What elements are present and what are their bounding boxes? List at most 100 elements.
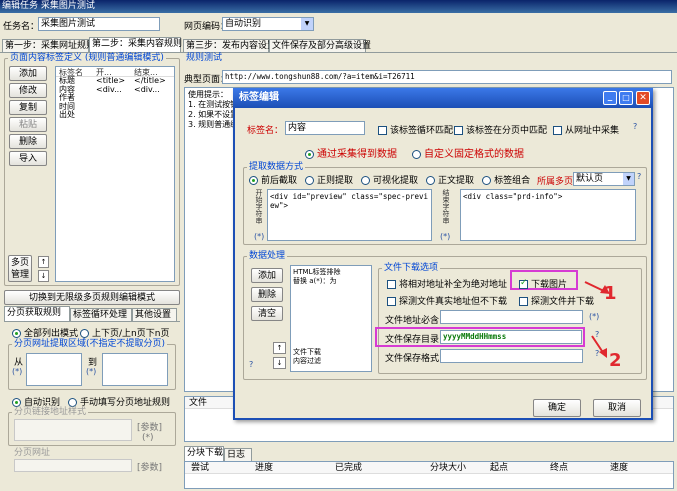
save-format-input[interactable]	[440, 349, 583, 363]
minimize-icon[interactable]: _	[603, 91, 617, 105]
chk-loop-icon[interactable]	[378, 126, 387, 135]
multi-page-button[interactable]: 多页管理	[8, 255, 32, 282]
chk-loop-match[interactable]: 该标签循环匹配	[378, 123, 453, 136]
from-input[interactable]	[26, 353, 82, 386]
close-icon[interactable]: ✕	[636, 91, 650, 105]
data-add-button[interactable]: 添加	[251, 268, 283, 283]
rule-test-title: 规则测试	[184, 53, 225, 63]
radio-prevnext-icon[interactable]	[80, 329, 89, 338]
cancel-button[interactable]: 取消	[593, 399, 641, 417]
to-input[interactable]	[102, 353, 168, 386]
tag-row[interactable]: 出处	[56, 110, 174, 120]
radio-prevnext[interactable]: 上下页/上n页下n页	[80, 326, 169, 339]
radio-custom-icon[interactable]	[412, 149, 421, 159]
tab-tag-loop[interactable]: 标签循环处理	[70, 308, 132, 321]
chk-relative-url[interactable]: 将相对地址补全为绝对地址	[387, 277, 507, 290]
end-star[interactable]: (*)	[440, 232, 450, 241]
radio-collect-data[interactable]: 通过采集得到数据	[305, 145, 397, 160]
typical-page-input[interactable]: http://www.tongshun88.com/?a=item&i=T267…	[222, 70, 672, 84]
tag-name-input[interactable]: 内容	[285, 121, 365, 135]
radio-auto-icon[interactable]	[12, 398, 21, 407]
radio-manual-icon[interactable]	[68, 398, 77, 407]
chk-from-url[interactable]: 从网址中采集	[553, 123, 619, 136]
start-string-input[interactable]: <div id="preview" class="spec-preview">	[267, 189, 432, 241]
radio-collect-label: 通过采集得到数据	[317, 149, 397, 160]
save-dir-input[interactable]: yyyyMMddHHmmss	[440, 330, 582, 344]
tab-step2[interactable]: 第二步：采集内容规则	[89, 37, 182, 52]
help-icon[interactable]: ?	[249, 360, 253, 369]
import-button[interactable]: 导入	[9, 151, 47, 166]
data-process-list[interactable]: HTML标签排除 替换 a(*)：为 文件下载 内容过滤	[290, 265, 372, 372]
copy-button[interactable]: 复制	[9, 100, 47, 115]
move-up-icon[interactable]: ↑	[38, 256, 49, 268]
chevron-down-icon[interactable]: ▼	[623, 173, 634, 185]
tab-other[interactable]: 其他设置	[132, 308, 177, 321]
end-string-input[interactable]: <div class="prd-info">	[460, 189, 636, 241]
chevron-down-icon[interactable]: ▼	[301, 18, 313, 30]
window-title: 编辑任务 采集图片测试	[0, 0, 677, 13]
chk-probe-icon[interactable]	[387, 297, 396, 306]
chk-download-image-icon[interactable]	[519, 278, 528, 289]
tab-block-download[interactable]: 分块下载	[184, 446, 224, 461]
url-style-param[interactable]: [参数]	[137, 420, 162, 433]
radio-collect-icon[interactable]	[305, 149, 314, 159]
ok-button[interactable]: 确定	[533, 399, 581, 417]
chk-page-match[interactable]: 该标签在分页中匹配	[454, 123, 547, 136]
process-item[interactable]: 替换 a(*)：为	[293, 277, 369, 286]
help-icon[interactable]: ?	[633, 122, 637, 131]
chk-download-image[interactable]: 下载图片	[519, 277, 567, 290]
extract-option[interactable]: 标签组合	[482, 176, 530, 186]
edit-button[interactable]: 修改	[9, 83, 47, 98]
radio-all-icon[interactable]	[12, 329, 21, 338]
tab-step3[interactable]: 第三步：发布内容设置	[183, 39, 276, 52]
radio-icon[interactable]	[249, 176, 258, 185]
tab-page-rule[interactable]: 分页获取规则	[4, 306, 70, 321]
url-style-star[interactable]: (*)	[142, 433, 154, 443]
chk-page-icon[interactable]	[454, 126, 463, 135]
extract-option[interactable]: 正文提取	[426, 176, 474, 186]
maximize-icon[interactable]: □	[619, 91, 633, 105]
multi-page-select[interactable]: 默认页 ▼	[573, 172, 635, 186]
process-item[interactable]: 内容过滤	[293, 357, 321, 366]
radio-icon[interactable]	[305, 176, 315, 185]
url-prefix-input[interactable]	[440, 310, 583, 324]
paste-button[interactable]: 粘贴	[9, 117, 47, 132]
add-button[interactable]: 添加	[9, 66, 47, 81]
chk-probe2-icon[interactable]	[519, 297, 528, 306]
move-up-icon[interactable]: ↑	[273, 342, 286, 354]
move-down-icon[interactable]: ↓	[273, 357, 286, 369]
task-name-input[interactable]: 采集图片测试	[38, 17, 160, 31]
radio-icon[interactable]	[361, 176, 371, 185]
data-delete-button[interactable]: 删除	[251, 287, 283, 302]
chk-loop-label: 该标签循环匹配	[390, 126, 454, 136]
chk-probe-no-download[interactable]: 探测文件真实地址但不下载	[387, 294, 507, 307]
radio-custom-data[interactable]: 自定义固定格式的数据	[412, 145, 524, 160]
extract-option[interactable]: 正则提取	[305, 176, 353, 186]
help-icon[interactable]: ?	[637, 172, 641, 181]
url-style-input[interactable]	[14, 419, 132, 441]
page-url-input[interactable]	[14, 459, 132, 472]
radio-icon[interactable]	[482, 176, 492, 185]
tab-log[interactable]: 日志	[224, 448, 252, 461]
tag-list[interactable]: 标签名 开... 结束... 标题 <title> </title> 内容 <div..…	[55, 66, 175, 282]
to-star[interactable]: (*)	[86, 367, 96, 376]
tab-step1[interactable]: 第一步：采集网址规则	[2, 39, 95, 52]
process-item[interactable]: HTML标签排除	[293, 268, 369, 277]
switch-mode-button[interactable]: 切换到无限级多页规则编辑模式	[4, 290, 180, 305]
radio-icon[interactable]	[426, 176, 436, 185]
delete-button[interactable]: 删除	[9, 134, 47, 149]
data-clear-button[interactable]: 清空	[251, 306, 283, 321]
extract-option[interactable]: 可视化提取	[361, 176, 418, 186]
tab-step4[interactable]: 文件保存及部分高级设置	[269, 39, 371, 52]
page-url-param[interactable]: [参数]	[137, 460, 162, 473]
process-item[interactable]: 文件下载	[293, 348, 321, 357]
radio-all-mode[interactable]: 全部列出模式	[12, 326, 78, 339]
chk-relative-icon[interactable]	[387, 280, 396, 289]
start-star[interactable]: (*)	[254, 232, 264, 241]
extract-option[interactable]: 前后截取	[249, 176, 297, 186]
encoding-select[interactable]: 自动识别 ▼	[222, 17, 314, 31]
chk-url-icon[interactable]	[553, 126, 562, 135]
from-star[interactable]: (*)	[12, 367, 22, 376]
page-area-title: 分页网址提取区域(不指定不提取分页)	[12, 339, 168, 349]
move-down-icon[interactable]: ↓	[38, 270, 49, 282]
